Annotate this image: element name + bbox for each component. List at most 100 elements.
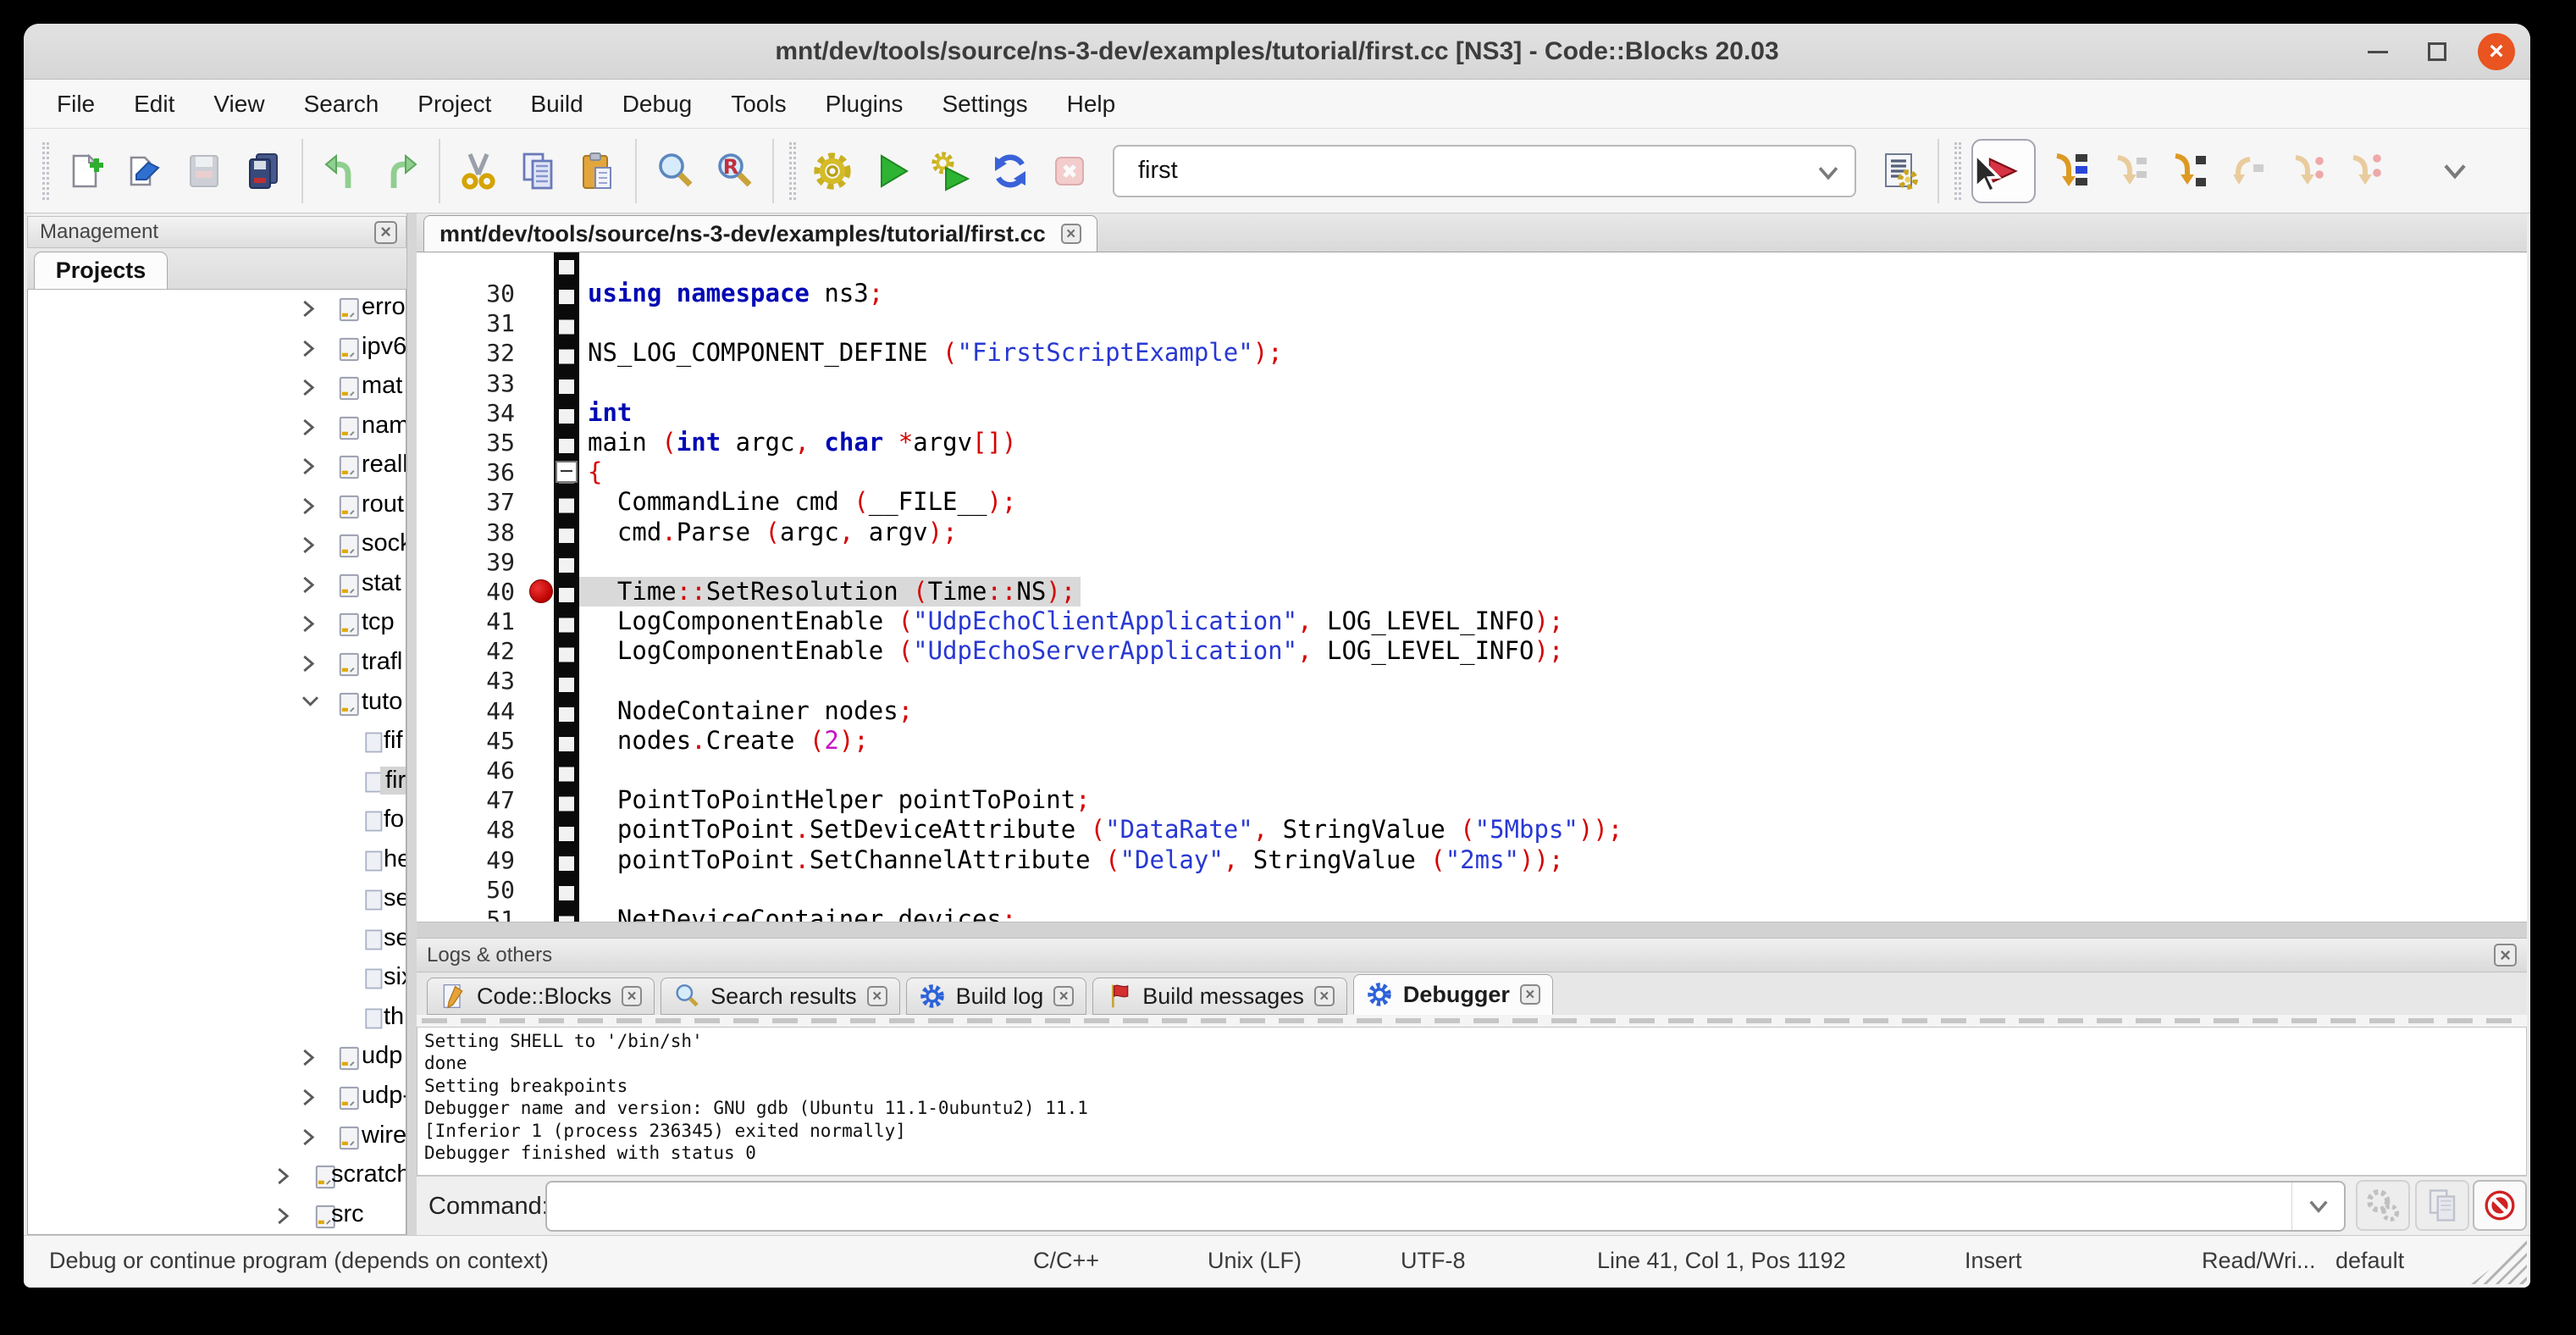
breakpoint-marker[interactable] [529,579,553,603]
close-button[interactable]: × [2478,33,2515,70]
chevron-right-icon[interactable] [301,1088,315,1111]
tree-item-fif[interactable]: fif [28,723,406,762]
new-file-icon[interactable] [59,145,112,197]
log-tab-build-log[interactable]: Build log [906,978,1087,1015]
chevron-right-icon[interactable] [301,378,315,402]
chevron-right-icon[interactable] [301,496,315,520]
tree-item-udp[interactable]: udp [28,1039,406,1077]
tree-item-se[interactable]: se [28,921,406,960]
resize-grip[interactable] [2471,1240,2527,1284]
log-tab-close-icon[interactable] [1053,986,1074,1006]
tree-item-tuto[interactable]: tuto [28,684,406,723]
toolbar-overflow-chevron-icon[interactable] [2434,150,2476,192]
replace-icon[interactable]: R [708,145,760,197]
run-to-cursor-icon[interactable] [2043,145,2095,197]
tree-item-th[interactable]: th [28,1000,406,1039]
editor-tab[interactable]: mnt/dev/tools/source/ns-3-dev/examples/t… [423,215,1097,252]
open-file-icon[interactable] [119,145,171,197]
tab-projects[interactable]: Projects [34,252,168,289]
chevron-right-icon[interactable] [301,535,315,559]
tree-item-mat[interactable]: mat [28,368,406,407]
log-tab-build-messages[interactable]: Build messages [1092,978,1347,1015]
tree-item-src[interactable]: src [28,1197,406,1235]
log-tab-close-icon[interactable] [867,986,887,1006]
editor-tab-close-icon[interactable] [1061,224,1081,244]
chevron-right-icon[interactable] [275,1166,290,1190]
step-into-icon[interactable] [2161,145,2214,197]
log-tab-search-results[interactable]: Search results [661,978,900,1015]
find-icon[interactable] [649,145,701,197]
project-tree[interactable]: erroipv6matnamreallroutsockstattcptraflt… [27,290,406,1235]
build-icon[interactable] [806,145,859,197]
chevron-right-icon[interactable] [301,575,315,599]
tree-item-se[interactable]: se [28,881,406,920]
fold-margin[interactable] [554,252,579,922]
tree-item-wire[interactable]: wire [28,1118,406,1157]
fold-collapse-icon[interactable] [556,461,578,483]
toolbar-grip[interactable] [42,142,49,200]
menu-build[interactable]: Build [511,80,602,128]
chevron-down-icon[interactable] [301,694,320,712]
log-tab-code-blocks[interactable]: Code::Blocks [427,978,655,1015]
chevron-right-icon[interactable] [275,1206,290,1230]
management-close-icon[interactable] [374,221,397,244]
command-input[interactable] [556,1186,2232,1227]
chevron-right-icon[interactable] [301,614,315,638]
cut-icon[interactable] [452,145,505,197]
rebuild-icon[interactable] [984,145,1036,197]
next-instruction-icon[interactable] [2280,145,2332,197]
copy-log-button[interactable] [2415,1180,2469,1231]
menu-settings[interactable]: Settings [922,80,1047,128]
chevron-right-icon[interactable] [301,418,315,441]
tree-item-he[interactable]: he [28,842,406,881]
code-editor[interactable]: 3031323334353637383940414243444546474849… [417,252,2527,922]
tree-item-ipv6[interactable]: ipv6 [28,330,406,368]
abort-build-icon[interactable] [1043,145,1096,197]
chevron-right-icon[interactable] [301,1127,315,1151]
breakpoint-margin[interactable] [528,252,554,922]
log-tab-close-icon[interactable] [1520,984,1540,1005]
menu-plugins[interactable]: Plugins [806,80,923,128]
tree-item-sock[interactable]: sock [28,526,406,565]
copy-icon[interactable] [511,145,564,197]
tree-item-fir[interactable]: fir [28,763,406,802]
logs-close-icon[interactable] [2494,944,2517,967]
undo-icon[interactable] [315,145,368,197]
panel-splitter[interactable] [406,213,417,1235]
maximize-button[interactable] [2418,33,2456,70]
debug-continue-button[interactable] [1971,139,2036,203]
next-line-icon[interactable] [2102,145,2154,197]
step-into-instruction-icon[interactable] [2339,145,2391,197]
tree-item-reall[interactable]: reall [28,447,406,486]
tree-item-udp-[interactable]: udp- [28,1078,406,1117]
menu-help[interactable]: Help [1048,80,1136,128]
debugger-settings-button[interactable] [2356,1180,2410,1231]
toolbar-grip[interactable] [789,142,796,200]
compiler-log-icon[interactable] [1873,145,1926,197]
menu-edit[interactable]: Edit [114,80,194,128]
menu-view[interactable]: View [194,80,284,128]
tree-item-fo[interactable]: fo [28,802,406,841]
save-all-icon[interactable] [237,145,290,197]
log-tab-debugger[interactable]: Debugger [1353,974,1553,1015]
tree-item-trafl[interactable]: trafl [28,645,406,684]
tree-item-six[interactable]: six [28,960,406,999]
command-combobox[interactable] [545,1181,2346,1232]
chevron-right-icon[interactable] [301,457,315,480]
run-icon[interactable] [865,145,918,197]
menu-debug[interactable]: Debug [603,80,712,128]
clear-log-button[interactable] [2473,1180,2527,1231]
menu-file[interactable]: File [37,80,114,128]
code-text-area[interactable]: using namespace ns3;NS_LOG_COMPONENT_DEF… [579,252,2527,922]
titlebar[interactable]: mnt/dev/tools/source/ns-3-dev/examples/t… [24,24,2530,80]
command-dropdown-chevron-icon[interactable] [2291,1183,2344,1230]
paste-icon[interactable] [571,145,623,197]
step-out-icon[interactable] [2220,145,2273,197]
tree-item-stat[interactable]: stat [28,566,406,605]
tree-item-tcp[interactable]: tcp [28,605,406,644]
toolbar-grip[interactable] [1954,142,1961,200]
save-icon[interactable] [178,145,230,197]
log-tab-close-icon[interactable] [622,986,642,1006]
menu-tools[interactable]: Tools [711,80,805,128]
menu-search[interactable]: Search [285,80,399,128]
